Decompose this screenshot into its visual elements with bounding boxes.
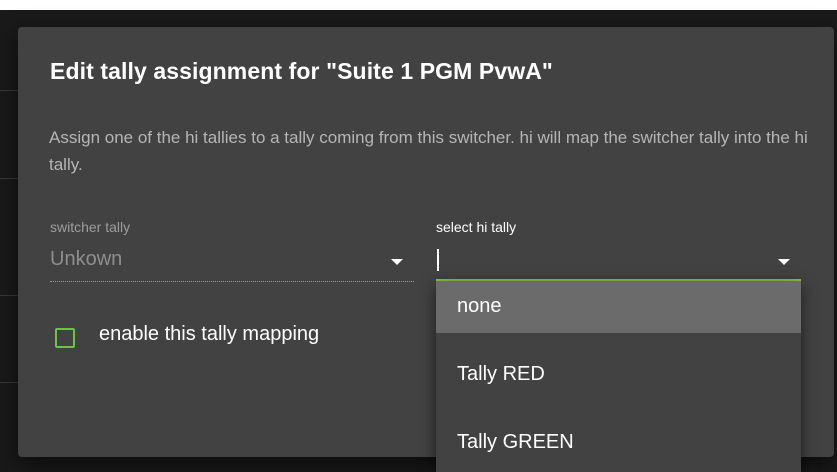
menu-item-tally-green[interactable]: Tally GREEN <box>436 417 801 469</box>
text-cursor <box>437 249 439 271</box>
menu-item-none[interactable]: none <box>436 281 801 333</box>
enable-mapping-label: enable this tally mapping <box>99 323 320 345</box>
background-row-divider <box>0 178 18 179</box>
dialog-title: Edit tally assignment for "Suite 1 PGM P… <box>50 58 553 84</box>
hi-tally-dropdown-menu: none Tally RED Tally GREEN <box>436 281 801 472</box>
chevron-down-icon <box>391 259 403 265</box>
switcher-tally-underline <box>50 281 414 282</box>
switcher-tally-label: switcher tally <box>50 219 131 235</box>
switcher-tally-value: Unkown <box>50 248 123 270</box>
background-row-divider <box>0 90 18 91</box>
hi-tally-label: select hi tally <box>436 219 517 235</box>
dialog-description: Assign one of the hi tallies to a tally … <box>49 128 808 174</box>
enable-mapping-checkbox[interactable] <box>55 328 75 348</box>
menu-item-label: none <box>457 295 502 317</box>
menu-item-label: Tally RED <box>457 363 545 385</box>
background-row-divider <box>0 382 18 383</box>
menu-item-label: Tally GREEN <box>457 431 574 453</box>
background-row-divider <box>0 295 18 296</box>
menu-item-tally-red[interactable]: Tally RED <box>436 349 801 401</box>
chevron-down-icon <box>778 259 790 265</box>
